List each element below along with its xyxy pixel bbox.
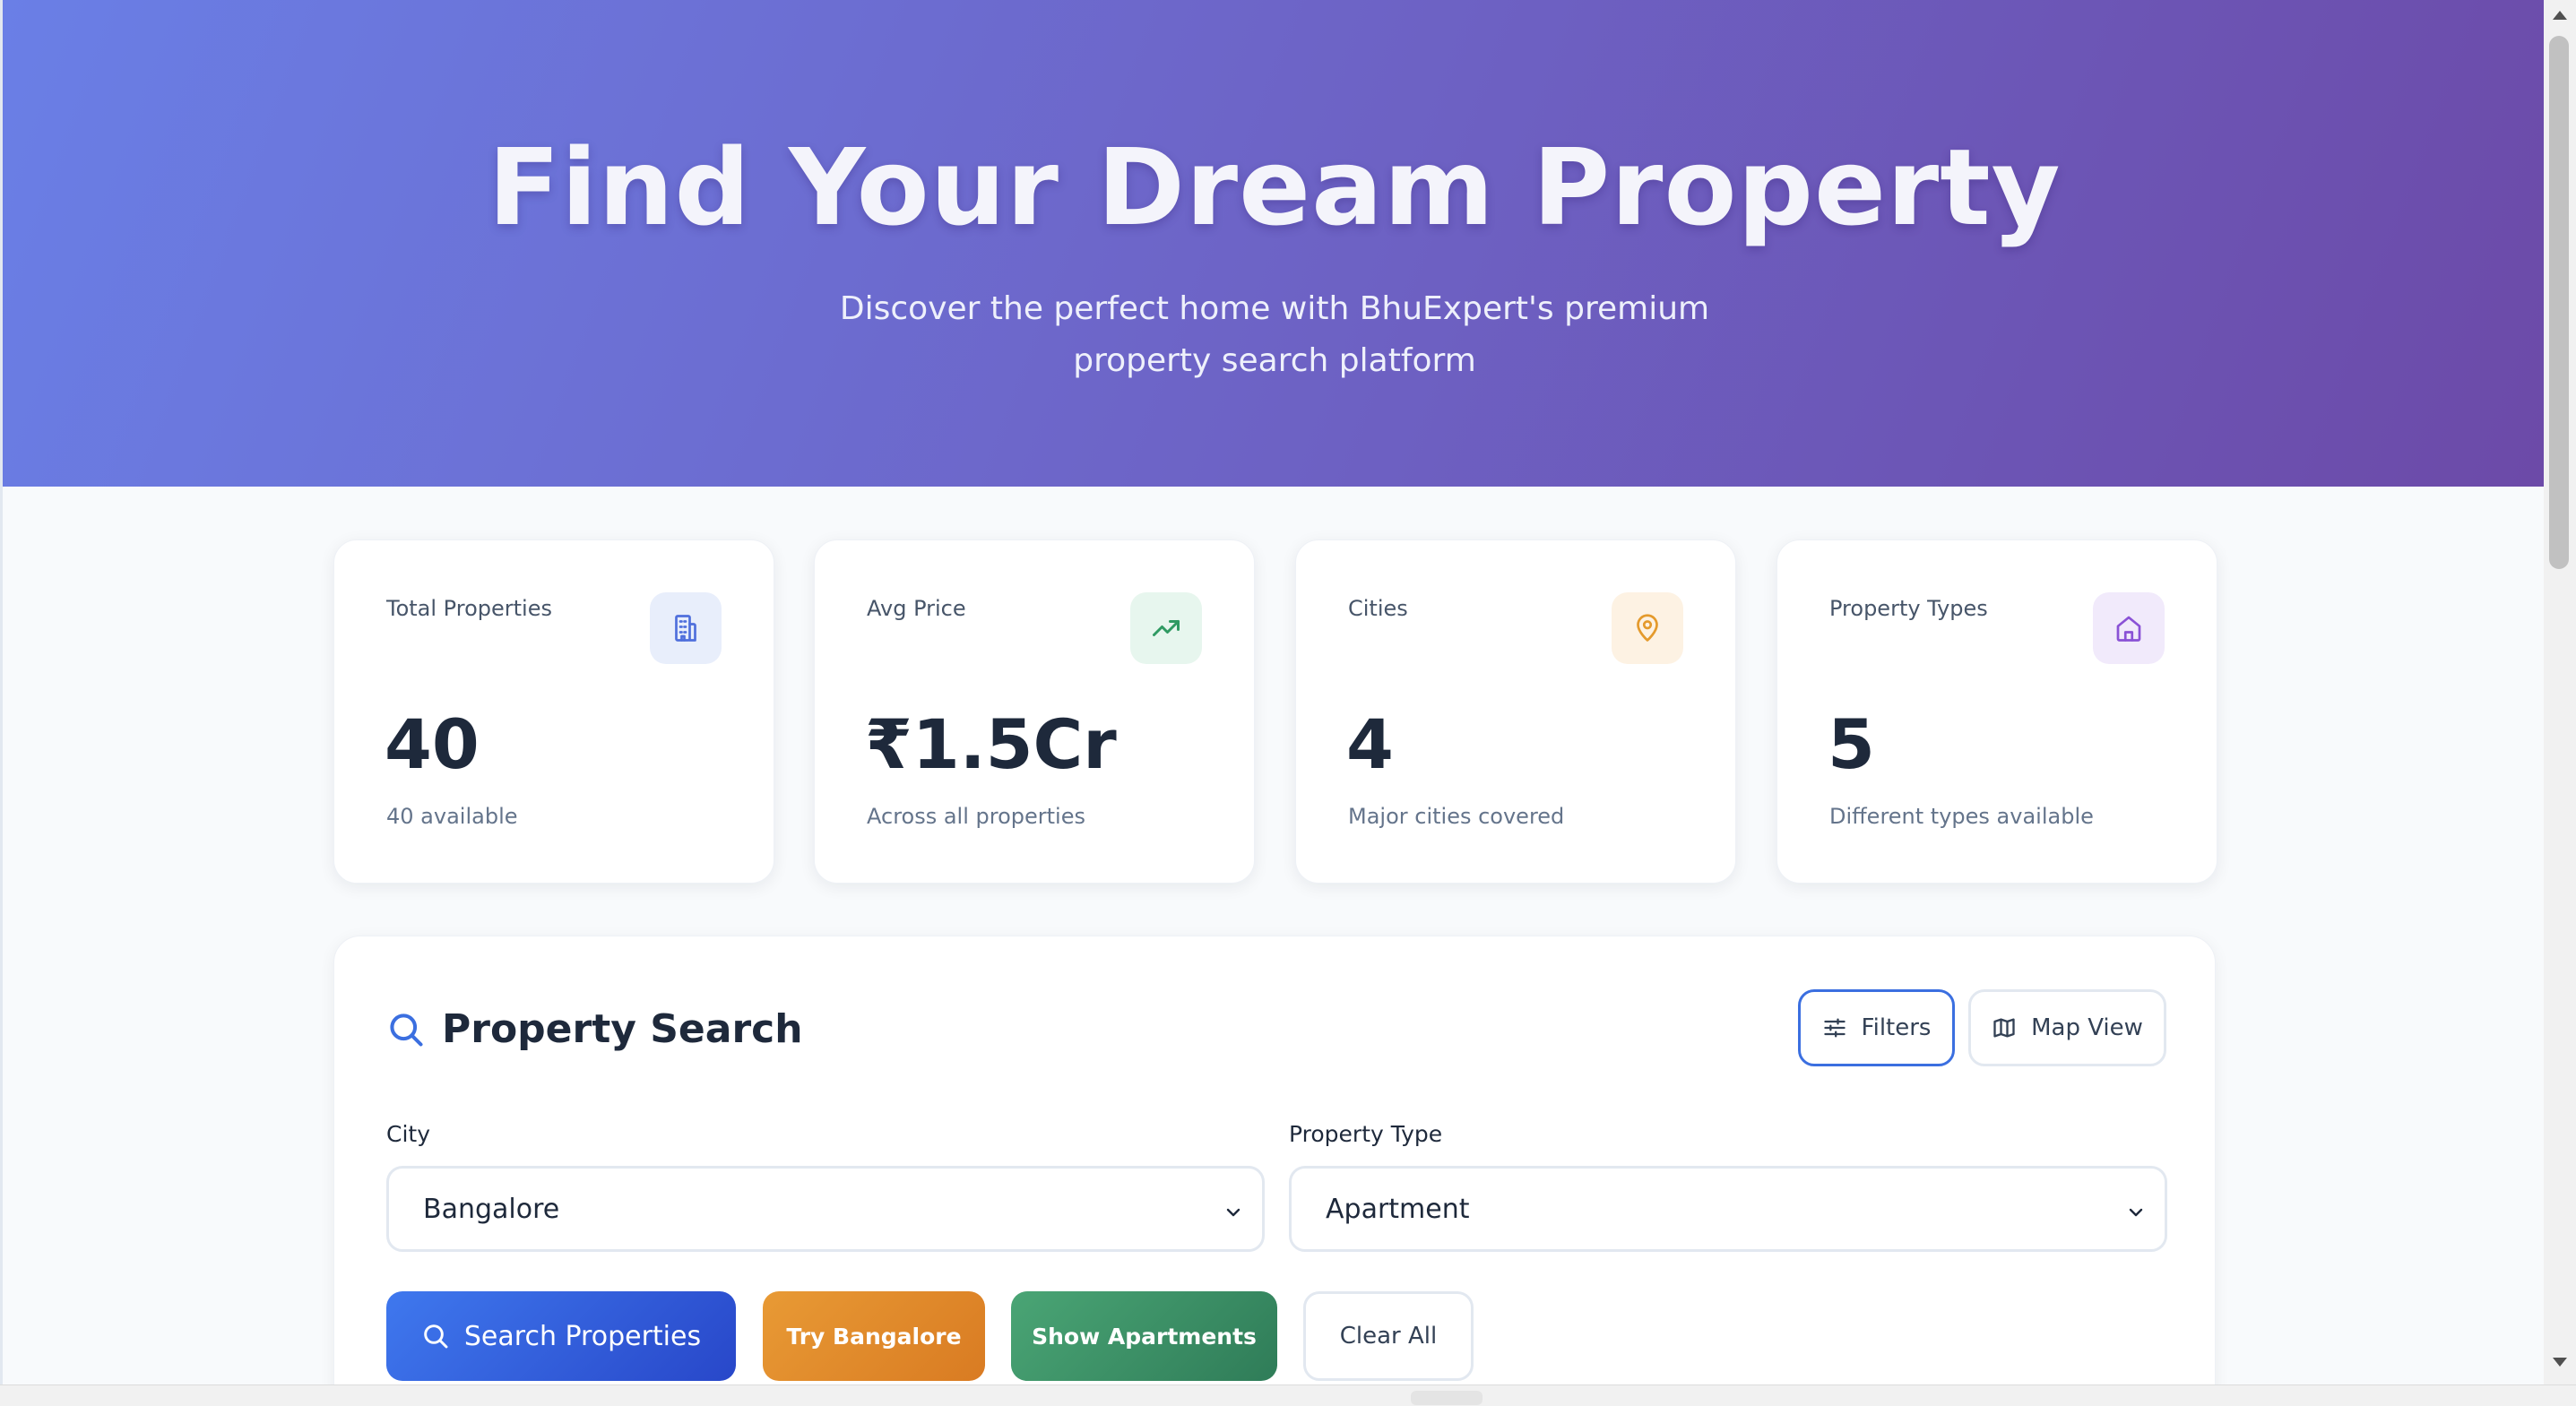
stat-card-total-properties: Total Properties 40 40 available xyxy=(333,539,774,884)
stat-description: 40 available xyxy=(386,804,518,829)
hero-banner: Find Your Dream Property Discover the pe… xyxy=(3,0,2544,487)
property-type-select[interactable]: Apartment xyxy=(1289,1166,2167,1252)
search-properties-button[interactable]: Search Properties xyxy=(386,1291,736,1381)
stat-label: Property Types xyxy=(1829,596,1988,621)
map-icon xyxy=(1992,1015,2017,1040)
city-select[interactable]: Bangalore xyxy=(386,1166,1265,1252)
stat-value: ₹1.5Cr xyxy=(865,704,1117,784)
try-bangalore-button[interactable]: Try Bangalore xyxy=(763,1291,985,1381)
stat-label: Cities xyxy=(1348,596,1408,621)
search-panel-title: Property Search xyxy=(442,1006,803,1052)
home-icon xyxy=(2093,592,2165,664)
property-type-label: Property Type xyxy=(1289,1121,1443,1147)
hero-subtitle: Discover the perfect home with BhuExpert… xyxy=(839,290,1710,379)
chevron-down-icon xyxy=(2125,1199,2147,1230)
property-search-panel: Property Search Filters Map View City Ba… xyxy=(333,936,2216,1384)
stat-card-property-types: Property Types 5 Different types availab… xyxy=(1776,539,2217,884)
city-label: City xyxy=(386,1121,430,1147)
search-icon xyxy=(386,1010,426,1049)
show-apartments-button[interactable]: Show Apartments xyxy=(1011,1291,1277,1381)
stat-value: 5 xyxy=(1828,704,1875,784)
search-panel-heading: Property Search xyxy=(386,1006,803,1052)
scroll-down-arrow-icon[interactable] xyxy=(2553,1358,2567,1367)
page-viewport: Find Your Dream Property Discover the pe… xyxy=(0,0,2544,1384)
stat-value: 4 xyxy=(1346,704,1394,784)
map-pin-icon xyxy=(1612,592,1683,664)
chevron-down-icon xyxy=(1223,1199,1244,1230)
stat-label: Avg Price xyxy=(867,596,966,621)
stat-label: Total Properties xyxy=(386,596,552,621)
filters-label: Filters xyxy=(1861,1014,1932,1041)
scrollbar-thumb[interactable] xyxy=(2549,36,2569,569)
city-select-value: Bangalore xyxy=(423,1193,560,1225)
stat-value: 40 xyxy=(385,704,480,784)
stats-row: Total Properties 40 40 available Avg Pri… xyxy=(333,539,2217,884)
stat-description: Across all properties xyxy=(867,804,1085,829)
hero-title: Find Your Dream Property xyxy=(488,125,2062,249)
map-view-button[interactable]: Map View xyxy=(1968,989,2166,1066)
clear-all-button[interactable]: Clear All xyxy=(1303,1291,1474,1381)
stat-description: Different types available xyxy=(1829,804,2094,829)
stat-card-cities: Cities 4 Major cities covered xyxy=(1295,539,1736,884)
property-type-select-value: Apartment xyxy=(1326,1193,1470,1225)
sliders-icon xyxy=(1822,1015,1847,1040)
trending-up-icon xyxy=(1130,592,1202,664)
stat-card-avg-price: Avg Price ₹1.5Cr Across all properties xyxy=(814,539,1255,884)
search-properties-label: Search Properties xyxy=(463,1320,702,1352)
stat-description: Major cities covered xyxy=(1348,804,1565,829)
map-view-label: Map View xyxy=(2031,1014,2143,1041)
horizontal-scrollbar-thumb[interactable] xyxy=(1411,1391,1482,1405)
filters-button[interactable]: Filters xyxy=(1798,989,1955,1066)
building-icon xyxy=(650,592,722,664)
horizontal-scrollbar[interactable] xyxy=(0,1384,2576,1406)
search-icon xyxy=(421,1322,450,1350)
scroll-up-arrow-icon[interactable] xyxy=(2553,11,2567,20)
vertical-scrollbar[interactable] xyxy=(2544,0,2576,1384)
